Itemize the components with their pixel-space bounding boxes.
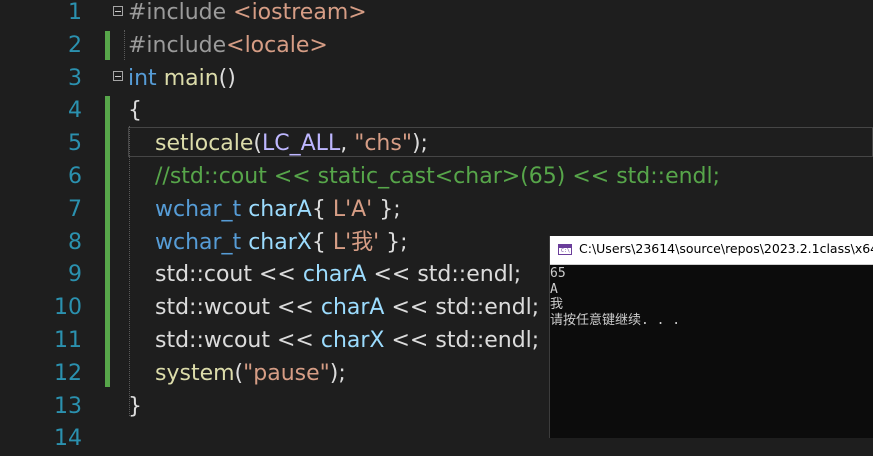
line-number: 10: [54, 295, 82, 321]
code-token: charA: [320, 295, 385, 321]
code-line[interactable]: 7 wchar_t charA{ L'A' };: [0, 194, 873, 227]
console-output-line: A: [550, 281, 558, 297]
code-token: << std::endl;: [366, 262, 522, 288]
line-number: 6: [68, 164, 82, 189]
code-token: std::wcout <<: [155, 295, 321, 321]
code-token: "pause": [243, 360, 330, 386]
code-text: std::cout << charA << std::endl;: [155, 259, 521, 292]
code-line[interactable]: 4{: [0, 95, 873, 128]
console-titlebar[interactable]: C:\ C:\Users\23614\source\repos\2023.2.1…: [550, 236, 873, 265]
console-window[interactable]: C:\ C:\Users\23614\source\repos\2023.2.1…: [549, 236, 873, 438]
code-token: (: [234, 360, 244, 386]
code-line[interactable]: 2 #include<locale>: [0, 30, 873, 63]
code-token: int: [128, 65, 164, 91]
line-number: 4: [68, 98, 82, 124]
fold-collapse-icon[interactable]: [113, 6, 123, 16]
code-token: {: [311, 229, 333, 255]
console-output-line: 65: [550, 266, 566, 281]
code-token: wchar_t: [155, 229, 249, 255]
code-text: {: [128, 95, 142, 128]
code-text: std::wcout << charA << std::endl;: [155, 292, 539, 325]
line-number: 11: [54, 328, 82, 353]
line-number: 9: [68, 262, 82, 288]
code-line[interactable]: 6 //std::cout << static_cast<char>(65) <<…: [0, 161, 873, 194]
code-text: }: [128, 391, 142, 424]
line-number: 8: [68, 229, 82, 255]
code-token: wchar_t: [155, 196, 249, 222]
indent-guide: [129, 126, 130, 416]
code-token: charX: [248, 229, 312, 255]
code-line[interactable]: 1 #include <iostream>: [0, 0, 873, 30]
code-token: L'我': [332, 229, 380, 255]
line-number: 3: [68, 65, 82, 91]
code-line[interactable]: 3 int main(): [0, 63, 873, 96]
code-token: {: [311, 196, 333, 222]
line-number: 13: [54, 393, 82, 419]
code-text: wchar_t charX{ L'我' };: [155, 227, 408, 260]
code-text: #include <iostream>: [128, 0, 367, 30]
console-output-line: 我: [550, 297, 564, 312]
code-token: };: [372, 196, 401, 222]
line-number: 5: [68, 131, 82, 157]
code-token: );: [329, 360, 346, 386]
code-token: main: [163, 65, 219, 91]
line-number: 12: [54, 360, 82, 386]
console-output-line: 请按任意键继续. . .: [550, 312, 681, 328]
code-token: L'A': [332, 196, 373, 222]
code-token: //std::cout << static_cast<char>(65) << …: [155, 164, 721, 189]
console-app-icon: C:\: [558, 244, 572, 255]
code-token: #include: [128, 32, 227, 58]
code-token: charA: [302, 262, 367, 288]
code-token: std::wcout <<: [155, 328, 321, 353]
console-icon-label: C:\: [561, 248, 571, 254]
console-output: 65 A 我 请按任意键继续. . .: [550, 266, 873, 328]
code-text: int main(): [128, 63, 236, 96]
code-token: << std::endl;: [384, 295, 540, 321]
code-text: //std::cout << static_cast<char>(65) << …: [155, 161, 720, 194]
change-indicator-bar: [105, 31, 110, 60]
line-number: 7: [68, 196, 82, 222]
outline-guide: [124, 30, 125, 60]
code-text: std::wcout << charX << std::endl;: [155, 325, 539, 358]
code-token: std::cout <<: [155, 262, 303, 288]
code-token: charA: [248, 196, 312, 222]
code-token: <locale>: [226, 32, 328, 58]
line-number: 2: [68, 32, 82, 58]
code-token: };: [379, 229, 408, 255]
code-token: system: [155, 360, 235, 386]
code-text: #include<locale>: [128, 30, 328, 63]
line-number: 14: [54, 426, 82, 452]
code-token: << std::endl;: [384, 328, 540, 353]
line-number: 1: [68, 0, 82, 25]
code-token: charX: [320, 328, 385, 353]
current-line-highlight: [128, 127, 873, 157]
code-token: <iostream>: [233, 0, 367, 25]
code-token: (): [218, 65, 236, 91]
fold-collapse-icon[interactable]: [113, 71, 123, 81]
code-text: system("pause");: [155, 358, 346, 391]
change-indicator-bar: [105, 96, 110, 387]
code-token: }: [128, 393, 142, 419]
code-token: {: [128, 98, 142, 124]
console-title: C:\Users\23614\source\repos\2023.2.1clas…: [579, 241, 873, 256]
code-text: wchar_t charA{ L'A' };: [155, 194, 401, 227]
code-token: #include: [128, 0, 234, 25]
